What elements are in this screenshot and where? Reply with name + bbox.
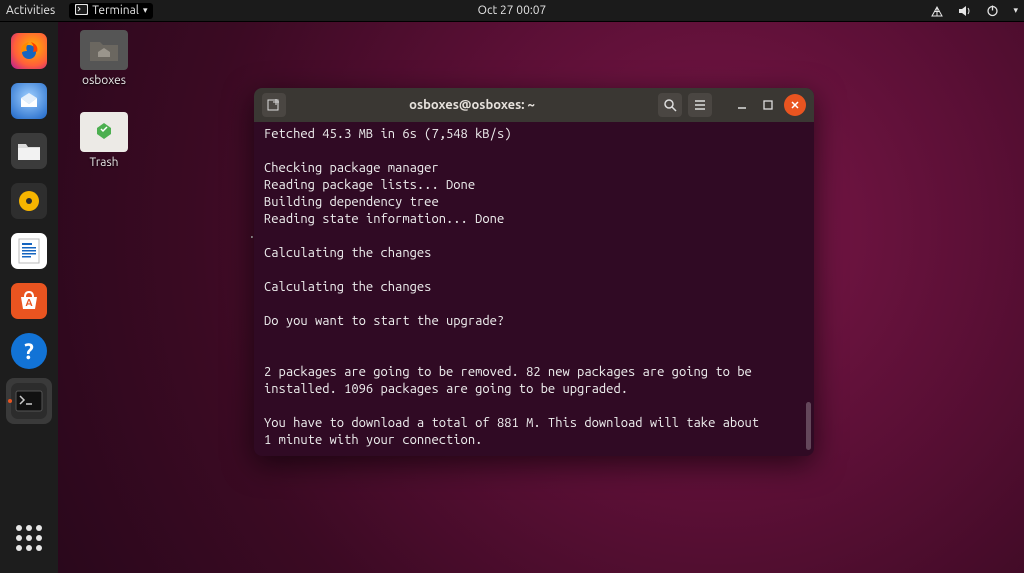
chevron-down-icon[interactable]: ▾ [1013,5,1018,16]
terminal-title: osboxes@osboxes: ~ [286,98,658,112]
dock-software[interactable]: A [6,278,52,324]
menu-button[interactable] [688,93,712,117]
folder-home-icon [80,30,128,70]
desktop-trash[interactable]: Trash [68,112,140,169]
new-tab-button[interactable] [262,93,286,117]
close-icon [790,100,800,110]
minimize-icon [736,99,748,111]
terminal-titlebar[interactable]: osboxes@osboxes: ~ [254,88,814,122]
dock: A ? [0,22,58,573]
maximize-button[interactable] [758,95,778,115]
new-tab-icon [267,98,281,112]
terminal-indicator-icon [75,4,88,18]
dock-rhythmbox[interactable] [6,178,52,224]
apps-grid-icon [16,525,42,551]
show-applications[interactable] [6,515,52,561]
terminal-body[interactable]: Fetched 45.3 MB in 6s (7,548 kB/s) Check… [254,122,814,456]
minimize-button[interactable] [732,95,752,115]
search-button[interactable] [658,93,682,117]
app-menu[interactable]: Terminal ▾ [69,3,153,19]
terminal-window: osboxes@osboxes: ~ Fetched 45.3 MB in 6s… [254,88,814,456]
network-icon[interactable] [930,5,944,17]
trash-icon [80,112,128,152]
app-menu-label: Terminal [92,4,139,17]
search-icon [663,98,677,112]
dock-thunderbird[interactable] [6,78,52,124]
chevron-down-icon: ▾ [143,5,148,16]
dock-terminal[interactable] [6,378,52,424]
dock-files[interactable] [6,128,52,174]
dock-firefox[interactable] [6,28,52,74]
desktop-trash-label: Trash [68,156,140,169]
volume-icon[interactable] [958,5,972,17]
close-button[interactable] [784,94,806,116]
dock-writer[interactable] [6,228,52,274]
terminal-scrollbar[interactable] [806,402,811,450]
desktop-home-folder[interactable]: osboxes [68,30,140,87]
power-icon[interactable] [986,4,999,17]
terminal-output: Fetched 45.3 MB in 6s (7,548 kB/s) Check… [264,127,759,456]
dock-help[interactable]: ? [6,328,52,374]
hamburger-icon [693,98,707,112]
clock[interactable]: Oct 27 00:07 [478,4,547,17]
activities-button[interactable]: Activities [6,4,55,17]
desktop-home-label: osboxes [68,74,140,87]
maximize-icon [762,99,774,111]
svg-text:A: A [25,297,32,308]
top-panel: Activities Terminal ▾ Oct 27 00:07 ▾ [0,0,1024,22]
